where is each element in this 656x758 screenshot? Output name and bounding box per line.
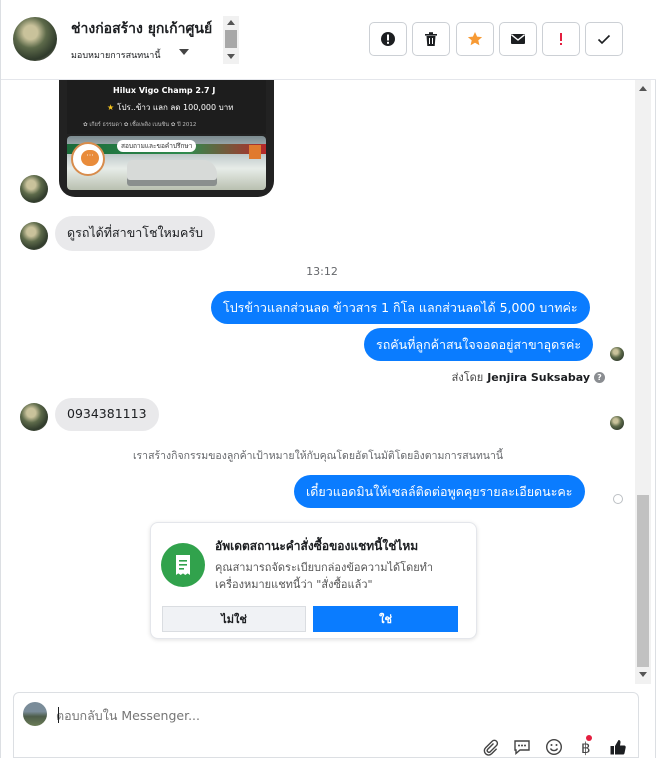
scroll-up-arrow-icon[interactable] bbox=[639, 86, 647, 91]
page-avatar bbox=[23, 702, 47, 726]
truck-photo: สอบถามและขอคำปรึกษา bbox=[67, 136, 266, 190]
header-scrollbar[interactable] bbox=[223, 16, 239, 64]
image-promo-text: ★ โปร..ข้าว แลก ลด 100,000 บาท bbox=[107, 103, 234, 112]
star-icon bbox=[467, 32, 483, 46]
chevron-down-icon[interactable] bbox=[179, 49, 189, 55]
smiley-icon[interactable] bbox=[544, 737, 564, 757]
sent-by-name: Jenjira Suksabay bbox=[487, 370, 590, 384]
notification-dot bbox=[586, 735, 592, 741]
reply-composer: ฿ bbox=[13, 692, 639, 758]
baht-icon[interactable]: ฿ bbox=[576, 735, 596, 757]
spam-button[interactable] bbox=[542, 22, 580, 56]
sent-by-label: ส่งโดย Jenjira Suksabay ? bbox=[452, 368, 605, 386]
outgoing-message[interactable]: โปรข้าวแลกส่วนลด ข้าวสาร 1 กิโล แลกส่วนล… bbox=[211, 291, 590, 324]
conversation-header: ช่างก่อสร้าง ยุกเก้าศูนย์ มอบหมายการสนทน… bbox=[1, 0, 656, 80]
sender-avatar bbox=[20, 222, 48, 250]
order-status-card: อัพเดตสถานะคำสั่งซื้อของแชทนี้ใช่ไหม คุณ… bbox=[150, 522, 477, 639]
text-caret bbox=[58, 707, 59, 723]
help-icon[interactable]: ? bbox=[594, 371, 605, 383]
yes-button[interactable]: ใช่ bbox=[313, 606, 458, 632]
seen-avatar bbox=[610, 416, 624, 430]
scroll-down-arrow-icon[interactable] bbox=[639, 672, 647, 677]
scroll-up-arrow-icon[interactable] bbox=[227, 20, 235, 25]
order-card-description: คุณสามารถจัดระเบียบกล่องข้อความได้โดยทำเ… bbox=[215, 561, 434, 591]
assign-conversation-label[interactable]: มอบหมายการสนทนานี้ bbox=[71, 48, 161, 62]
timestamp: 13:12 bbox=[306, 265, 338, 278]
truck-shape bbox=[127, 160, 217, 186]
orange-tab bbox=[249, 145, 261, 159]
image-header: Hilux Vigo Champ 2.7 J ★ โปร..ข้าว แลก ลด… bbox=[67, 80, 266, 134]
thread-scrollbar[interactable] bbox=[635, 80, 651, 684]
delete-button[interactable] bbox=[412, 22, 450, 56]
message-thread: Hilux Vigo Champ 2.7 J ★ โปร..ข้าว แลก ลด… bbox=[1, 80, 635, 680]
contact-avatar[interactable] bbox=[13, 17, 57, 61]
incoming-message[interactable]: ดูรถได้ที่สาขาโชใหมครับ bbox=[55, 216, 216, 251]
scroll-down-arrow-icon[interactable] bbox=[227, 54, 235, 59]
outgoing-message[interactable]: รถคันที่ลูกค้าสนใจจอดอยู่สาขาอุดรค่ะ bbox=[364, 328, 594, 361]
image-model-text: Hilux Vigo Champ 2.7 J bbox=[113, 86, 216, 95]
report-button[interactable] bbox=[369, 22, 407, 56]
outgoing-message[interactable]: เดี๋ยวแอดมินให้เซลล์ติดต่อพูดคุยรายละเอี… bbox=[294, 475, 585, 508]
scrollbar-thumb[interactable] bbox=[225, 30, 237, 48]
chat-bubble-icon bbox=[71, 142, 105, 176]
mail-icon bbox=[511, 34, 525, 44]
automation-notice: เราสร้างกิจกรรมของลูกค้าเป้าหมายให้กับคุ… bbox=[132, 450, 504, 462]
no-button[interactable]: ไม่ใช่ bbox=[162, 606, 306, 632]
check-icon bbox=[597, 34, 611, 45]
incoming-message[interactable]: 0934381113 bbox=[55, 398, 159, 431]
sent-by-prefix: ส่งโดย bbox=[451, 371, 484, 384]
contact-name[interactable]: ช่างก่อสร้าง ยุกเก้าศูนย์ bbox=[71, 18, 212, 40]
star-button[interactable] bbox=[456, 22, 494, 56]
chat-reply-icon[interactable] bbox=[512, 737, 532, 757]
order-card-title: อัพเดตสถานะคำสั่งซื้อของแชทนี้ใช่ไหม bbox=[215, 539, 419, 553]
seen-avatar bbox=[610, 347, 624, 361]
trash-icon bbox=[425, 32, 437, 46]
image-meta-text: ✿ เกียร์ ธรรมดา ✿ เชื้อเพลิง เบนซิน ✿ ปี… bbox=[83, 122, 197, 128]
inbox-conversation-panel: ช่างก่อสร้าง ยุกเก้าศูนย์ มอบหมายการสนทน… bbox=[0, 0, 656, 758]
mark-unread-button[interactable] bbox=[499, 22, 537, 56]
scrollbar-thumb[interactable] bbox=[637, 495, 649, 667]
sent-status-icon bbox=[613, 494, 623, 504]
svg-text:฿: ฿ bbox=[581, 739, 591, 756]
mark-done-button[interactable] bbox=[585, 22, 623, 56]
sender-avatar bbox=[20, 175, 48, 203]
receipt-icon bbox=[161, 543, 205, 587]
reply-input[interactable] bbox=[56, 706, 456, 724]
overlay-pill: สอบถามและขอคำปรึกษา bbox=[117, 140, 197, 152]
exclaim-icon bbox=[560, 33, 562, 45]
paperclip-icon[interactable] bbox=[480, 737, 500, 757]
sender-avatar bbox=[20, 403, 48, 431]
shared-image-message[interactable]: Hilux Vigo Champ 2.7 J ★ โปร..ข้าว แลก ลด… bbox=[59, 80, 274, 197]
report-icon bbox=[381, 32, 395, 46]
thumbs-up-icon[interactable] bbox=[608, 737, 628, 757]
